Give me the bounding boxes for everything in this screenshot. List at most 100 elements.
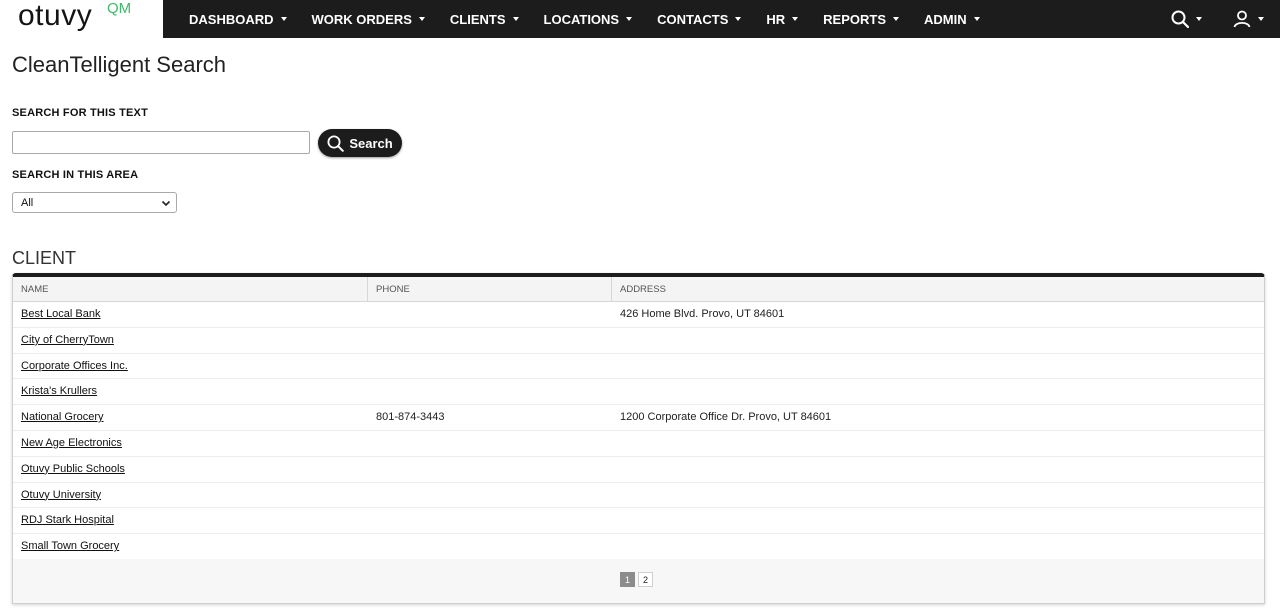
search-button[interactable]: Search: [318, 129, 402, 157]
table-row: National Grocery 801-874-3443 1200 Corpora…: [13, 405, 1264, 431]
client-link[interactable]: Otuvy Public Schools: [21, 463, 125, 475]
nav-hr[interactable]: HR: [766, 11, 799, 27]
cell-address: [612, 483, 620, 509]
table-body: Best Local Bank 426 Home Blvd. Provo, UT …: [13, 302, 1264, 560]
nav-contacts[interactable]: CONTACTS: [657, 11, 742, 27]
table-header: NAME PHONE ADDRESS: [13, 277, 1264, 302]
nav-admin[interactable]: ADMIN: [924, 12, 980, 27]
nav-label: CONTACTS: [657, 11, 729, 27]
column-header-phone[interactable]: PHONE: [368, 277, 612, 302]
cell-address: [612, 457, 620, 483]
table-row: City of CherryTown: [13, 328, 1264, 354]
search-text-label: SEARCH FOR THIS TEXT: [12, 107, 149, 119]
table-row: Otuvy University: [13, 483, 1264, 509]
column-header-name[interactable]: NAME: [13, 277, 368, 302]
cell-name: City of CherryTown: [13, 328, 114, 354]
cell-phone: [368, 431, 376, 457]
nav-label: HR: [766, 11, 786, 27]
nav-label: WORK ORDERS: [311, 11, 412, 27]
cell-phone: 801-874-3443: [376, 411, 445, 424]
client-link[interactable]: Krista's Krullers: [21, 385, 97, 397]
nav-label: LOCATIONS: [543, 11, 620, 27]
table-row: New Age Electronics: [13, 431, 1264, 457]
logo-suffix: QM: [107, 0, 132, 17]
cell-name: New Age Electronics: [13, 431, 122, 457]
cell-phone: [368, 354, 376, 380]
nav-work-orders[interactable]: WORK ORDERS: [312, 12, 425, 27]
nav-label: DASHBOARD: [189, 11, 274, 27]
logo-text: otuvy: [18, 0, 93, 32]
table-row: RDJ Stark Hospital: [13, 508, 1264, 535]
search-icon: [1171, 10, 1189, 28]
client-link[interactable]: Small Town Grocery: [21, 540, 119, 552]
search-area-value: All: [21, 196, 34, 209]
cell-phone: [368, 457, 376, 483]
cell-phone: [368, 534, 376, 560]
client-link[interactable]: Corporate Offices Inc.: [21, 360, 128, 372]
nav-label: ADMIN: [924, 11, 967, 27]
search-area-select[interactable]: All: [12, 192, 177, 213]
nav-label: REPORTS: [823, 11, 886, 27]
cell-name: RDJ Stark Hospital: [13, 508, 114, 534]
pagination: 12: [620, 572, 656, 587]
caret-down-icon: [893, 17, 899, 21]
client-link[interactable]: New Age Electronics: [21, 437, 122, 449]
cell-address: [612, 379, 620, 405]
table-row: Small Town Grocery: [13, 534, 1264, 560]
page-button[interactable]: 2: [638, 572, 653, 587]
cell-phone: [368, 379, 376, 405]
search-area-label: SEARCH IN THIS AREA: [12, 169, 139, 181]
cell-name: Corporate Offices Inc.: [13, 354, 128, 380]
cell-phone: [368, 302, 376, 328]
cell-phone: [368, 483, 376, 509]
caret-down-icon: [735, 17, 742, 21]
client-link[interactable]: City of CherryTown: [21, 334, 114, 346]
cell-name: National Grocery: [13, 405, 104, 431]
caret-down-icon: [1196, 17, 1202, 21]
page-title: CleanTelligent Search: [12, 52, 227, 77]
caret-down-icon: [1258, 17, 1264, 21]
user-menu[interactable]: [1233, 0, 1264, 38]
caret-down-icon: [792, 17, 799, 21]
page-button[interactable]: 1: [620, 572, 635, 587]
client-link[interactable]: Otuvy University: [21, 489, 101, 501]
search-button-label: Search: [349, 135, 393, 151]
caret-down-icon: [626, 17, 633, 21]
nav-reports[interactable]: REPORTS: [823, 12, 899, 27]
column-header-address[interactable]: ADDRESS: [612, 277, 1264, 302]
main-nav: DASHBOARD WORK ORDERS CLIENTS LOCATIONS …: [189, 0, 1005, 38]
top-navbar: otuvy QM DASHBOARD WORK ORDERS CLIENTS L…: [0, 0, 1280, 38]
client-link[interactable]: RDJ Stark Hospital: [21, 514, 114, 526]
results-table: NAME PHONE ADDRESS Best Local Bank 426 Ho…: [12, 273, 1265, 604]
cell-address: [612, 354, 620, 380]
user-icon: [1233, 10, 1251, 28]
cell-address: 1200 Corporate Office Dr. Provo, UT 8460…: [620, 411, 832, 424]
cell-name: Otuvy University: [13, 483, 101, 509]
table-row: Otuvy Public Schools: [13, 457, 1264, 483]
global-search-menu[interactable]: [1171, 0, 1202, 38]
nav-dashboard[interactable]: DASHBOARD: [189, 12, 287, 27]
search-icon: [327, 135, 345, 152]
caret-down-icon: [512, 17, 519, 21]
cell-phone: [368, 508, 376, 534]
cell-address: [612, 534, 620, 560]
caret-down-icon: [418, 17, 425, 21]
table-row: Krista's Krullers: [13, 379, 1264, 406]
cell-address: [612, 328, 620, 354]
cell-address: 426 Home Blvd. Provo, UT 84601: [620, 308, 785, 320]
search-input[interactable]: [12, 131, 310, 154]
cell-name: Krista's Krullers: [13, 379, 97, 405]
nav-locations[interactable]: LOCATIONS: [544, 12, 633, 27]
cell-name: Small Town Grocery: [13, 534, 119, 560]
table-row: Corporate Offices Inc.: [13, 354, 1264, 380]
cell-name: Otuvy Public Schools: [13, 457, 125, 483]
client-link[interactable]: Best Local Bank: [21, 308, 101, 320]
results-section-title: CLIENT: [12, 248, 77, 268]
logo[interactable]: otuvy QM: [0, 0, 163, 38]
caret-down-icon: [973, 17, 980, 21]
cell-name: Best Local Bank: [13, 302, 101, 328]
chevron-down-icon: [161, 200, 171, 207]
client-link[interactable]: National Grocery: [21, 411, 104, 423]
cell-address: [612, 508, 620, 534]
nav-clients[interactable]: CLIENTS: [450, 12, 519, 27]
